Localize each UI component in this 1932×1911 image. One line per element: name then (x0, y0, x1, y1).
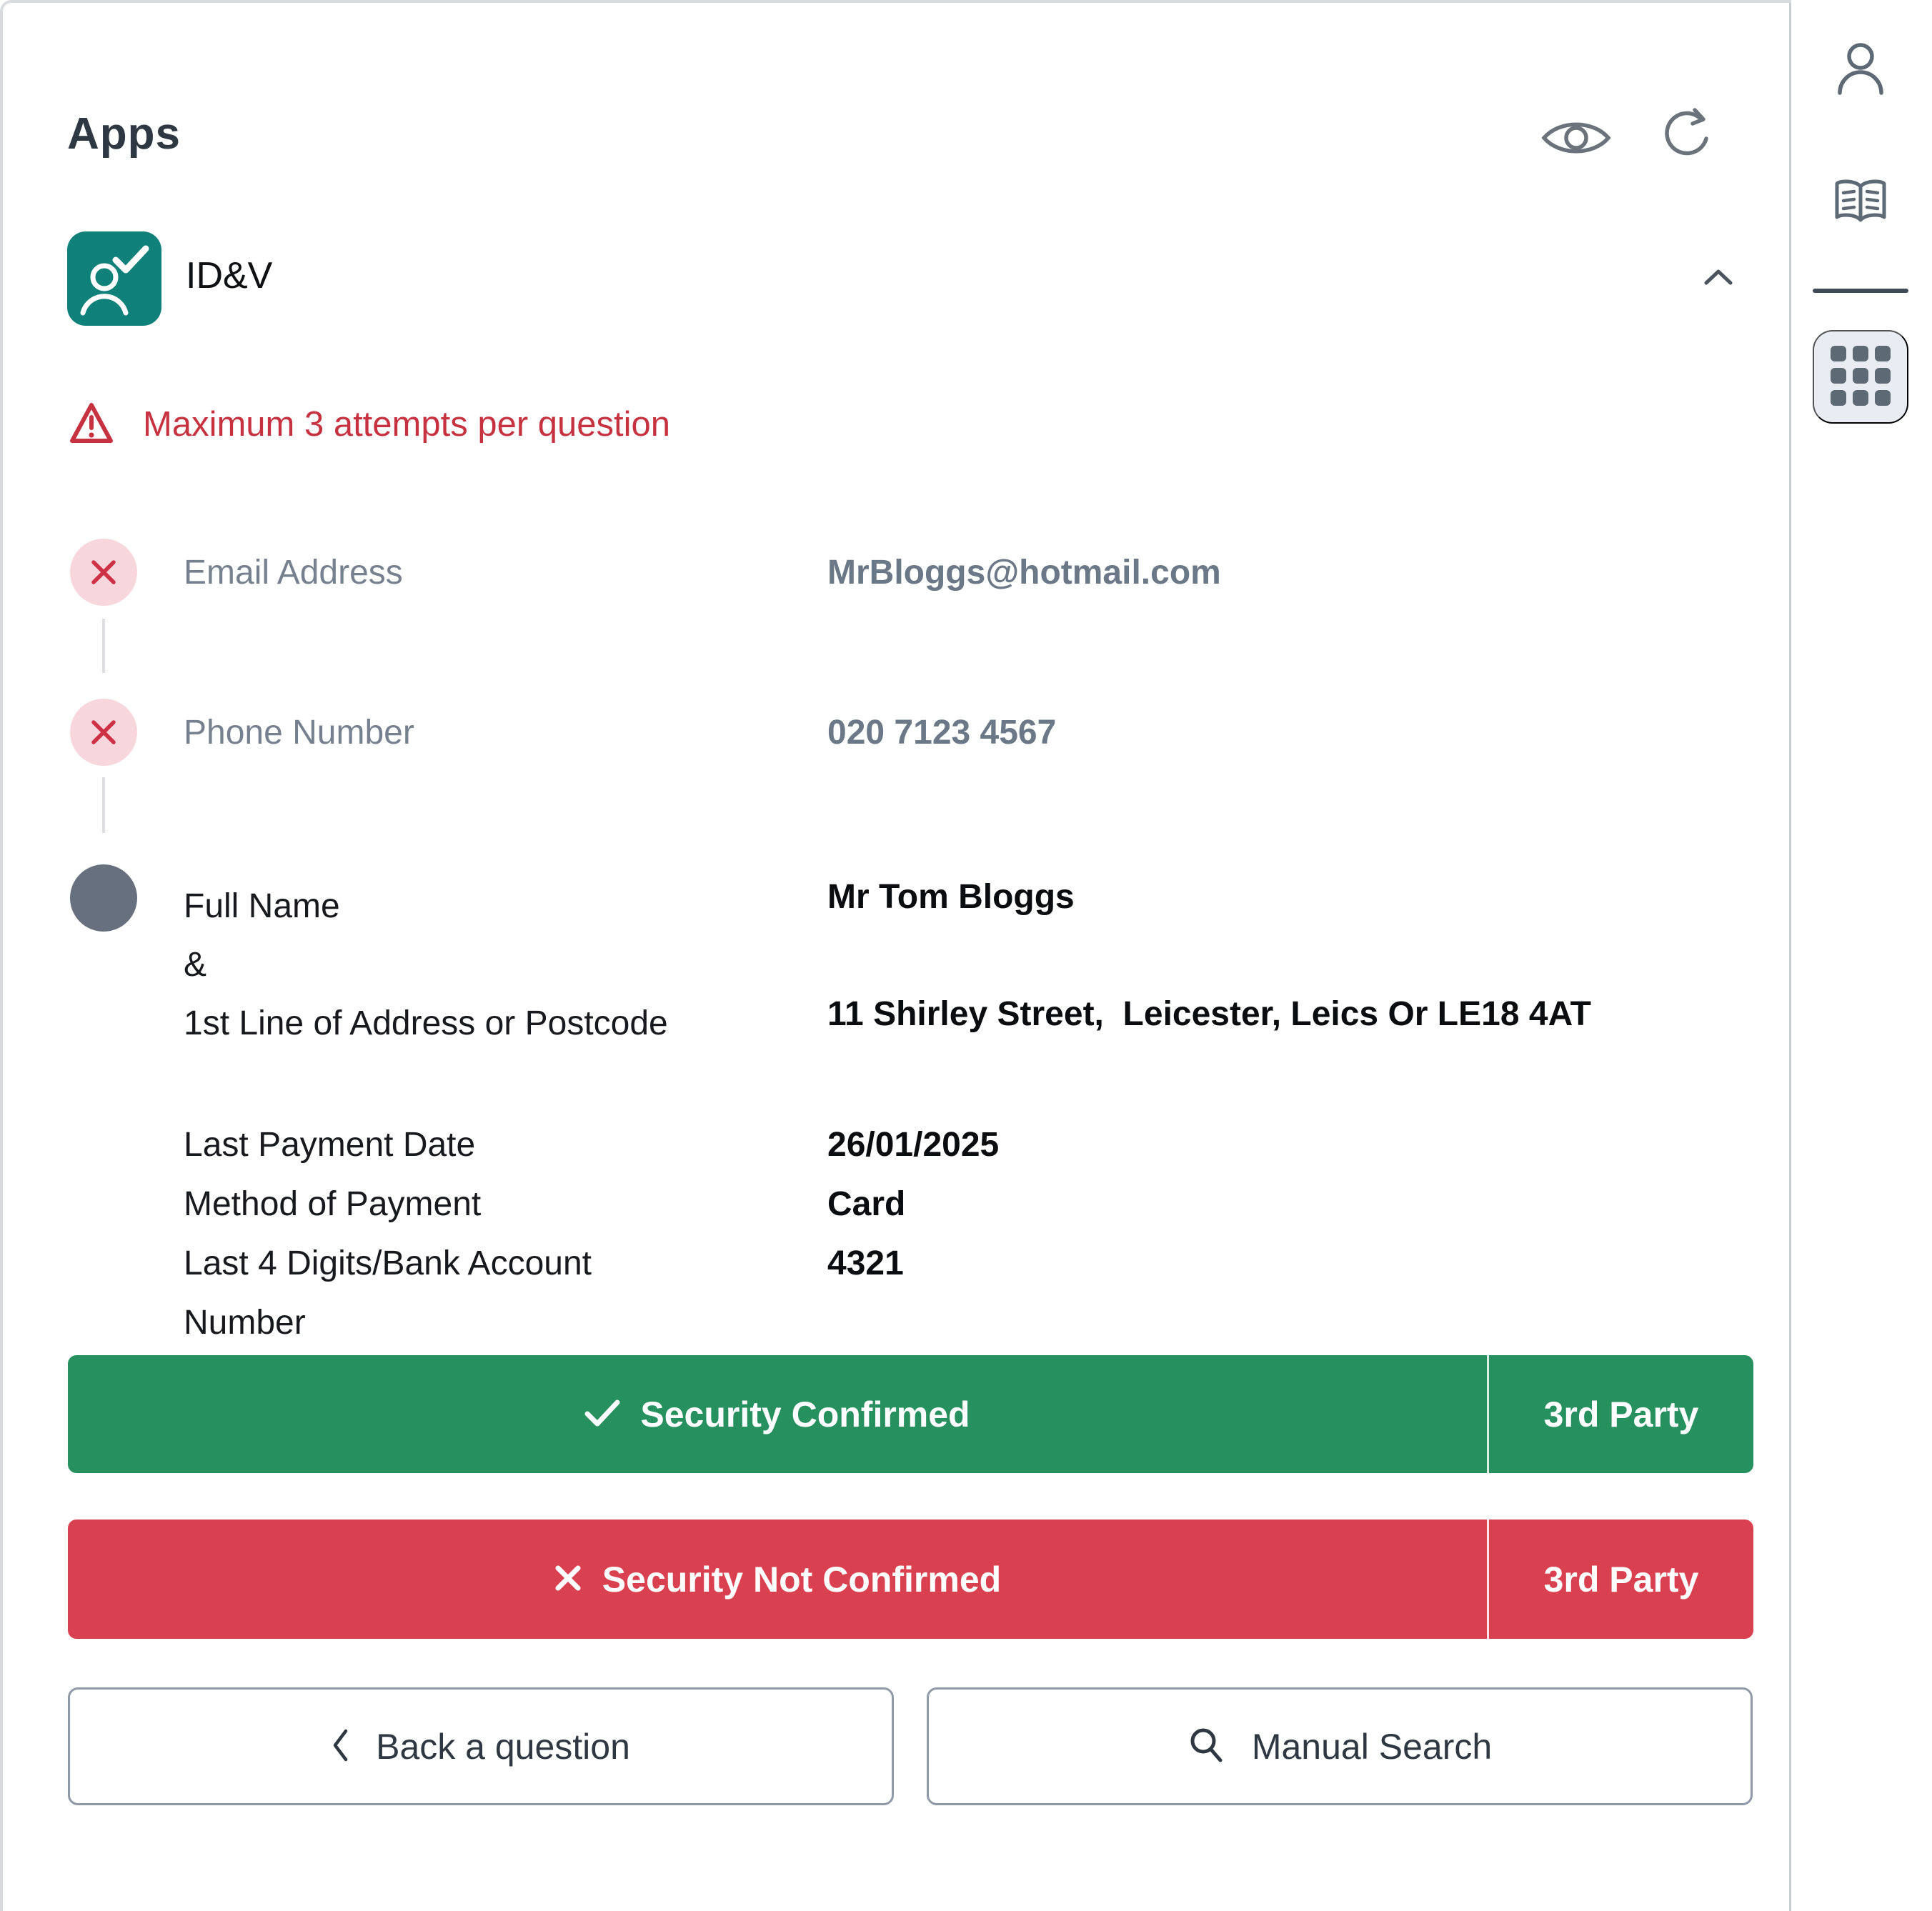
confirmed-3rd-party-button[interactable]: 3rd Party (1487, 1355, 1753, 1473)
sidebar-apps-grid-tab[interactable] (1813, 330, 1908, 424)
email-label: Email Address (184, 553, 403, 592)
security-confirmed-label: Security Confirmed (640, 1394, 970, 1435)
email-value: MrBloggs@hotmail.com (827, 553, 1221, 592)
warning-triangle-icon (69, 400, 114, 451)
collapse-section-button[interactable] (1703, 269, 1733, 288)
sidebar-profile-tab[interactable] (1834, 40, 1887, 99)
chevron-left-icon (332, 1728, 349, 1765)
payment-method-label: Method of Payment (184, 1174, 684, 1234)
check-icon (584, 1399, 620, 1429)
security-not-confirmed-button[interactable]: Security Not Confirmed 3rd Party (68, 1520, 1753, 1639)
eye-icon (1540, 151, 1612, 162)
fullname-value: Mr Tom Bloggs (827, 877, 1075, 917)
identity-status-current-icon (70, 864, 137, 932)
grid-icon (1831, 346, 1891, 408)
payment-details: Last Payment Date 26/01/2025 Method of P… (184, 1115, 1684, 1352)
back-a-question-label: Back a question (376, 1726, 630, 1767)
phone-status-failed-icon (70, 699, 137, 766)
step-connector (102, 777, 105, 833)
ampersand-label: & (184, 936, 668, 994)
sidebar-active-indicator (1813, 289, 1908, 293)
last4-digits-value: 4321 (827, 1234, 1684, 1352)
apps-panel: Apps ID&V (0, 0, 1932, 1911)
address-value: 11 Shirley Street, Leicester, Leics Or L… (827, 994, 1591, 1034)
manual-search-label: Manual Search (1252, 1726, 1492, 1767)
chevron-up-icon (1703, 277, 1733, 288)
app-name: ID&V (186, 254, 272, 297)
preview-eye-button[interactable] (1540, 116, 1612, 162)
person-check-icon (67, 316, 161, 329)
refresh-icon (1660, 156, 1716, 166)
page-title: Apps (67, 109, 181, 159)
confirmed-3rd-party-label: 3rd Party (1544, 1394, 1699, 1435)
right-sidebar (1791, 0, 1932, 1911)
search-icon (1187, 1726, 1225, 1767)
x-icon (554, 1564, 582, 1595)
last4-digits-label: Last 4 Digits/Bank Account Number (184, 1234, 684, 1352)
sidebar-reference-tab[interactable] (1833, 177, 1888, 229)
open-book-icon (1833, 219, 1888, 229)
identity-labels: Full Name & 1st Line of Address or Postc… (184, 877, 668, 1053)
address-label: 1st Line of Address or Postcode (184, 994, 668, 1053)
not-confirmed-3rd-party-label: 3rd Party (1544, 1559, 1699, 1600)
phone-label: Phone Number (184, 713, 414, 752)
back-a-question-button[interactable]: Back a question (68, 1687, 894, 1805)
payment-method-value: Card (827, 1174, 1684, 1234)
fullname-label: Full Name (184, 877, 668, 936)
last-payment-date-value: 26/01/2025 (827, 1115, 1684, 1174)
warning-message: Maximum 3 attempts per question (143, 404, 670, 444)
email-status-failed-icon (70, 539, 137, 606)
refresh-button[interactable] (1660, 104, 1716, 166)
phone-value: 020 7123 4567 (827, 713, 1056, 752)
security-confirmed-button[interactable]: Security Confirmed 3rd Party (68, 1355, 1753, 1473)
step-connector (102, 619, 105, 673)
idv-app-icon (67, 231, 161, 326)
manual-search-button[interactable]: Manual Search (927, 1687, 1753, 1805)
not-confirmed-3rd-party-button[interactable]: 3rd Party (1487, 1520, 1753, 1639)
last-payment-date-label: Last Payment Date (184, 1115, 684, 1174)
person-icon (1834, 89, 1887, 99)
security-not-confirmed-label: Security Not Confirmed (602, 1559, 1001, 1600)
